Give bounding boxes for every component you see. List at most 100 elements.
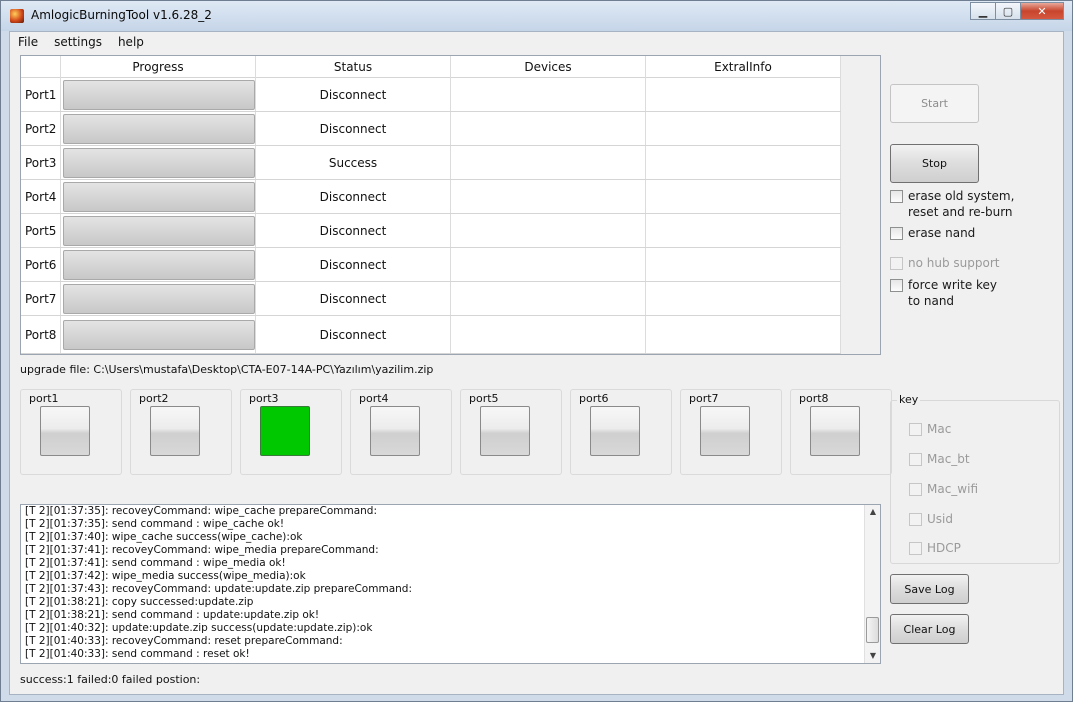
info-cell <box>646 112 841 145</box>
table-row[interactable]: Port7 Disconnect <box>21 282 841 316</box>
progress-bar <box>63 79 255 110</box>
log-line: [T 2][01:38:21]: copy successed:update.z… <box>25 596 254 608</box>
port-cell: Port3 <box>21 146 61 179</box>
port-panel: port3 <box>240 389 342 475</box>
minimize-button[interactable]: ▁ <box>970 2 996 20</box>
mac-wifi-checkbox[interactable]: Mac_wifi <box>909 481 978 497</box>
table-row[interactable]: Port4 Disconnect <box>21 180 841 214</box>
checkbox-box[interactable] <box>909 453 922 466</box>
port-indicator <box>810 406 860 456</box>
checkbox-box[interactable] <box>890 190 903 203</box>
mac-bt-checkbox[interactable]: Mac_bt <box>909 451 970 467</box>
app-window: AmlogicBurningTool v1.6.28_2 ▁ ▢ ✕ File … <box>0 0 1073 702</box>
status-cell: Success <box>256 146 451 179</box>
port-indicator <box>480 406 530 456</box>
menu-settings[interactable]: settings <box>46 32 110 52</box>
port-indicator <box>700 406 750 456</box>
port-panel-label: port2 <box>139 392 169 405</box>
port-table: Progress Status Devices ExtralInfo Port1… <box>20 55 881 355</box>
checkbox-box[interactable] <box>890 227 903 240</box>
log-line: [T 2][01:38:21]: send command : update:u… <box>25 609 320 621</box>
menu-help[interactable]: help <box>110 32 152 52</box>
header-progress[interactable]: Progress <box>61 56 256 78</box>
checkbox-box[interactable] <box>909 483 922 496</box>
log-line: [T 2][01:37:35]: recoveyCommand: wipe_ca… <box>25 505 377 517</box>
maximize-button[interactable]: ▢ <box>995 2 1021 20</box>
port-cell: Port6 <box>21 248 61 281</box>
table-row[interactable]: Port8 Disconnect <box>21 316 841 354</box>
header-port[interactable] <box>21 56 61 78</box>
checkbox-label: no hub support <box>908 256 1000 270</box>
checkbox-box[interactable] <box>890 257 903 270</box>
scroll-up-icon[interactable]: ▲ <box>865 505 880 519</box>
port-panel-label: port5 <box>469 392 499 405</box>
port-indicator <box>40 406 90 456</box>
window-title: AmlogicBurningTool v1.6.28_2 <box>31 8 212 22</box>
checkbox-label: Mac_bt <box>927 452 970 466</box>
table-row[interactable]: Port5 Disconnect <box>21 214 841 248</box>
devices-cell <box>451 146 646 179</box>
port-cell: Port2 <box>21 112 61 145</box>
checkbox-box[interactable] <box>890 279 903 292</box>
devices-cell <box>451 214 646 247</box>
info-cell <box>646 146 841 179</box>
key-group-title: key <box>897 393 921 406</box>
log-scrollbar[interactable]: ▲ ▼ <box>864 505 880 663</box>
close-button[interactable]: ✕ <box>1020 2 1064 20</box>
status-cell: Disconnect <box>256 248 451 281</box>
checkbox-box[interactable] <box>909 423 922 436</box>
table-row[interactable]: Port1 Disconnect <box>21 78 841 112</box>
save-log-button[interactable]: Save Log <box>890 574 969 604</box>
title-bar[interactable]: AmlogicBurningTool v1.6.28_2 ▁ ▢ ✕ <box>1 1 1072 31</box>
hdcp-checkbox[interactable]: HDCP <box>909 540 961 556</box>
log-line: [T 2][01:40:33]: send command : reset ok… <box>25 648 250 660</box>
log-line: [T 2][01:37:41]: recoveyCommand: wipe_me… <box>25 544 379 556</box>
status-cell: Disconnect <box>256 180 451 213</box>
stop-button[interactable]: Stop <box>890 144 979 183</box>
status-cell: Disconnect <box>256 282 451 315</box>
log-line: [T 2][01:37:40]: wipe_cache success(wipe… <box>25 531 303 543</box>
checkbox-label: Mac_wifi <box>927 482 979 496</box>
mac-checkbox[interactable]: Mac <box>909 421 951 437</box>
port-panel-label: port3 <box>249 392 279 405</box>
usid-checkbox[interactable]: Usid <box>909 511 953 527</box>
checkbox-label: Usid <box>927 512 953 526</box>
log-textarea[interactable]: [T 2][01:37:35]: recoveyCommand: wipe_ca… <box>20 504 881 664</box>
checkbox-label: erase old system, reset and re-burn <box>908 189 1015 219</box>
checkbox-box[interactable] <box>909 542 922 555</box>
devices-cell <box>451 282 646 315</box>
log-line: [T 2][01:37:41]: send command : wipe_med… <box>25 557 286 569</box>
port-panel: port2 <box>130 389 232 475</box>
table-row[interactable]: Port3 Success <box>21 146 841 180</box>
header-devices[interactable]: Devices <box>451 56 646 78</box>
force-write-key-checkbox[interactable]: force write key to nand <box>890 277 997 309</box>
info-cell <box>646 282 841 315</box>
erase-old-system-checkbox[interactable]: erase old system, reset and re-burn <box>890 188 1014 220</box>
header-extrainfo[interactable]: ExtralInfo <box>646 56 841 78</box>
progress-bar <box>63 249 255 280</box>
menu-file[interactable]: File <box>10 32 46 52</box>
checkbox-box[interactable] <box>909 513 922 526</box>
table-header: Progress Status Devices ExtralInfo <box>21 56 841 78</box>
status-cell: Disconnect <box>256 78 451 111</box>
progress-bar <box>63 113 255 144</box>
scroll-thumb[interactable] <box>866 617 879 643</box>
table-row[interactable]: Port2 Disconnect <box>21 112 841 146</box>
port-cell: Port7 <box>21 282 61 315</box>
devices-cell <box>451 180 646 213</box>
port-panel: port5 <box>460 389 562 475</box>
table-row[interactable]: Port6 Disconnect <box>21 248 841 282</box>
checkbox-label: Mac <box>927 422 952 436</box>
info-cell <box>646 180 841 213</box>
port-panel: port4 <box>350 389 452 475</box>
port-panel: port7 <box>680 389 782 475</box>
scroll-down-icon[interactable]: ▼ <box>865 649 880 663</box>
progress-bar <box>63 147 255 178</box>
key-groupbox: key Mac Mac_bt Mac_wifi Usid HDCP <box>890 393 1060 564</box>
start-button[interactable]: Start <box>890 84 979 123</box>
clear-log-button[interactable]: Clear Log <box>890 614 969 644</box>
header-status[interactable]: Status <box>256 56 451 78</box>
port-panel-label: port8 <box>799 392 829 405</box>
no-hub-support-checkbox[interactable]: no hub support <box>890 255 999 271</box>
erase-nand-checkbox[interactable]: erase nand <box>890 225 975 241</box>
